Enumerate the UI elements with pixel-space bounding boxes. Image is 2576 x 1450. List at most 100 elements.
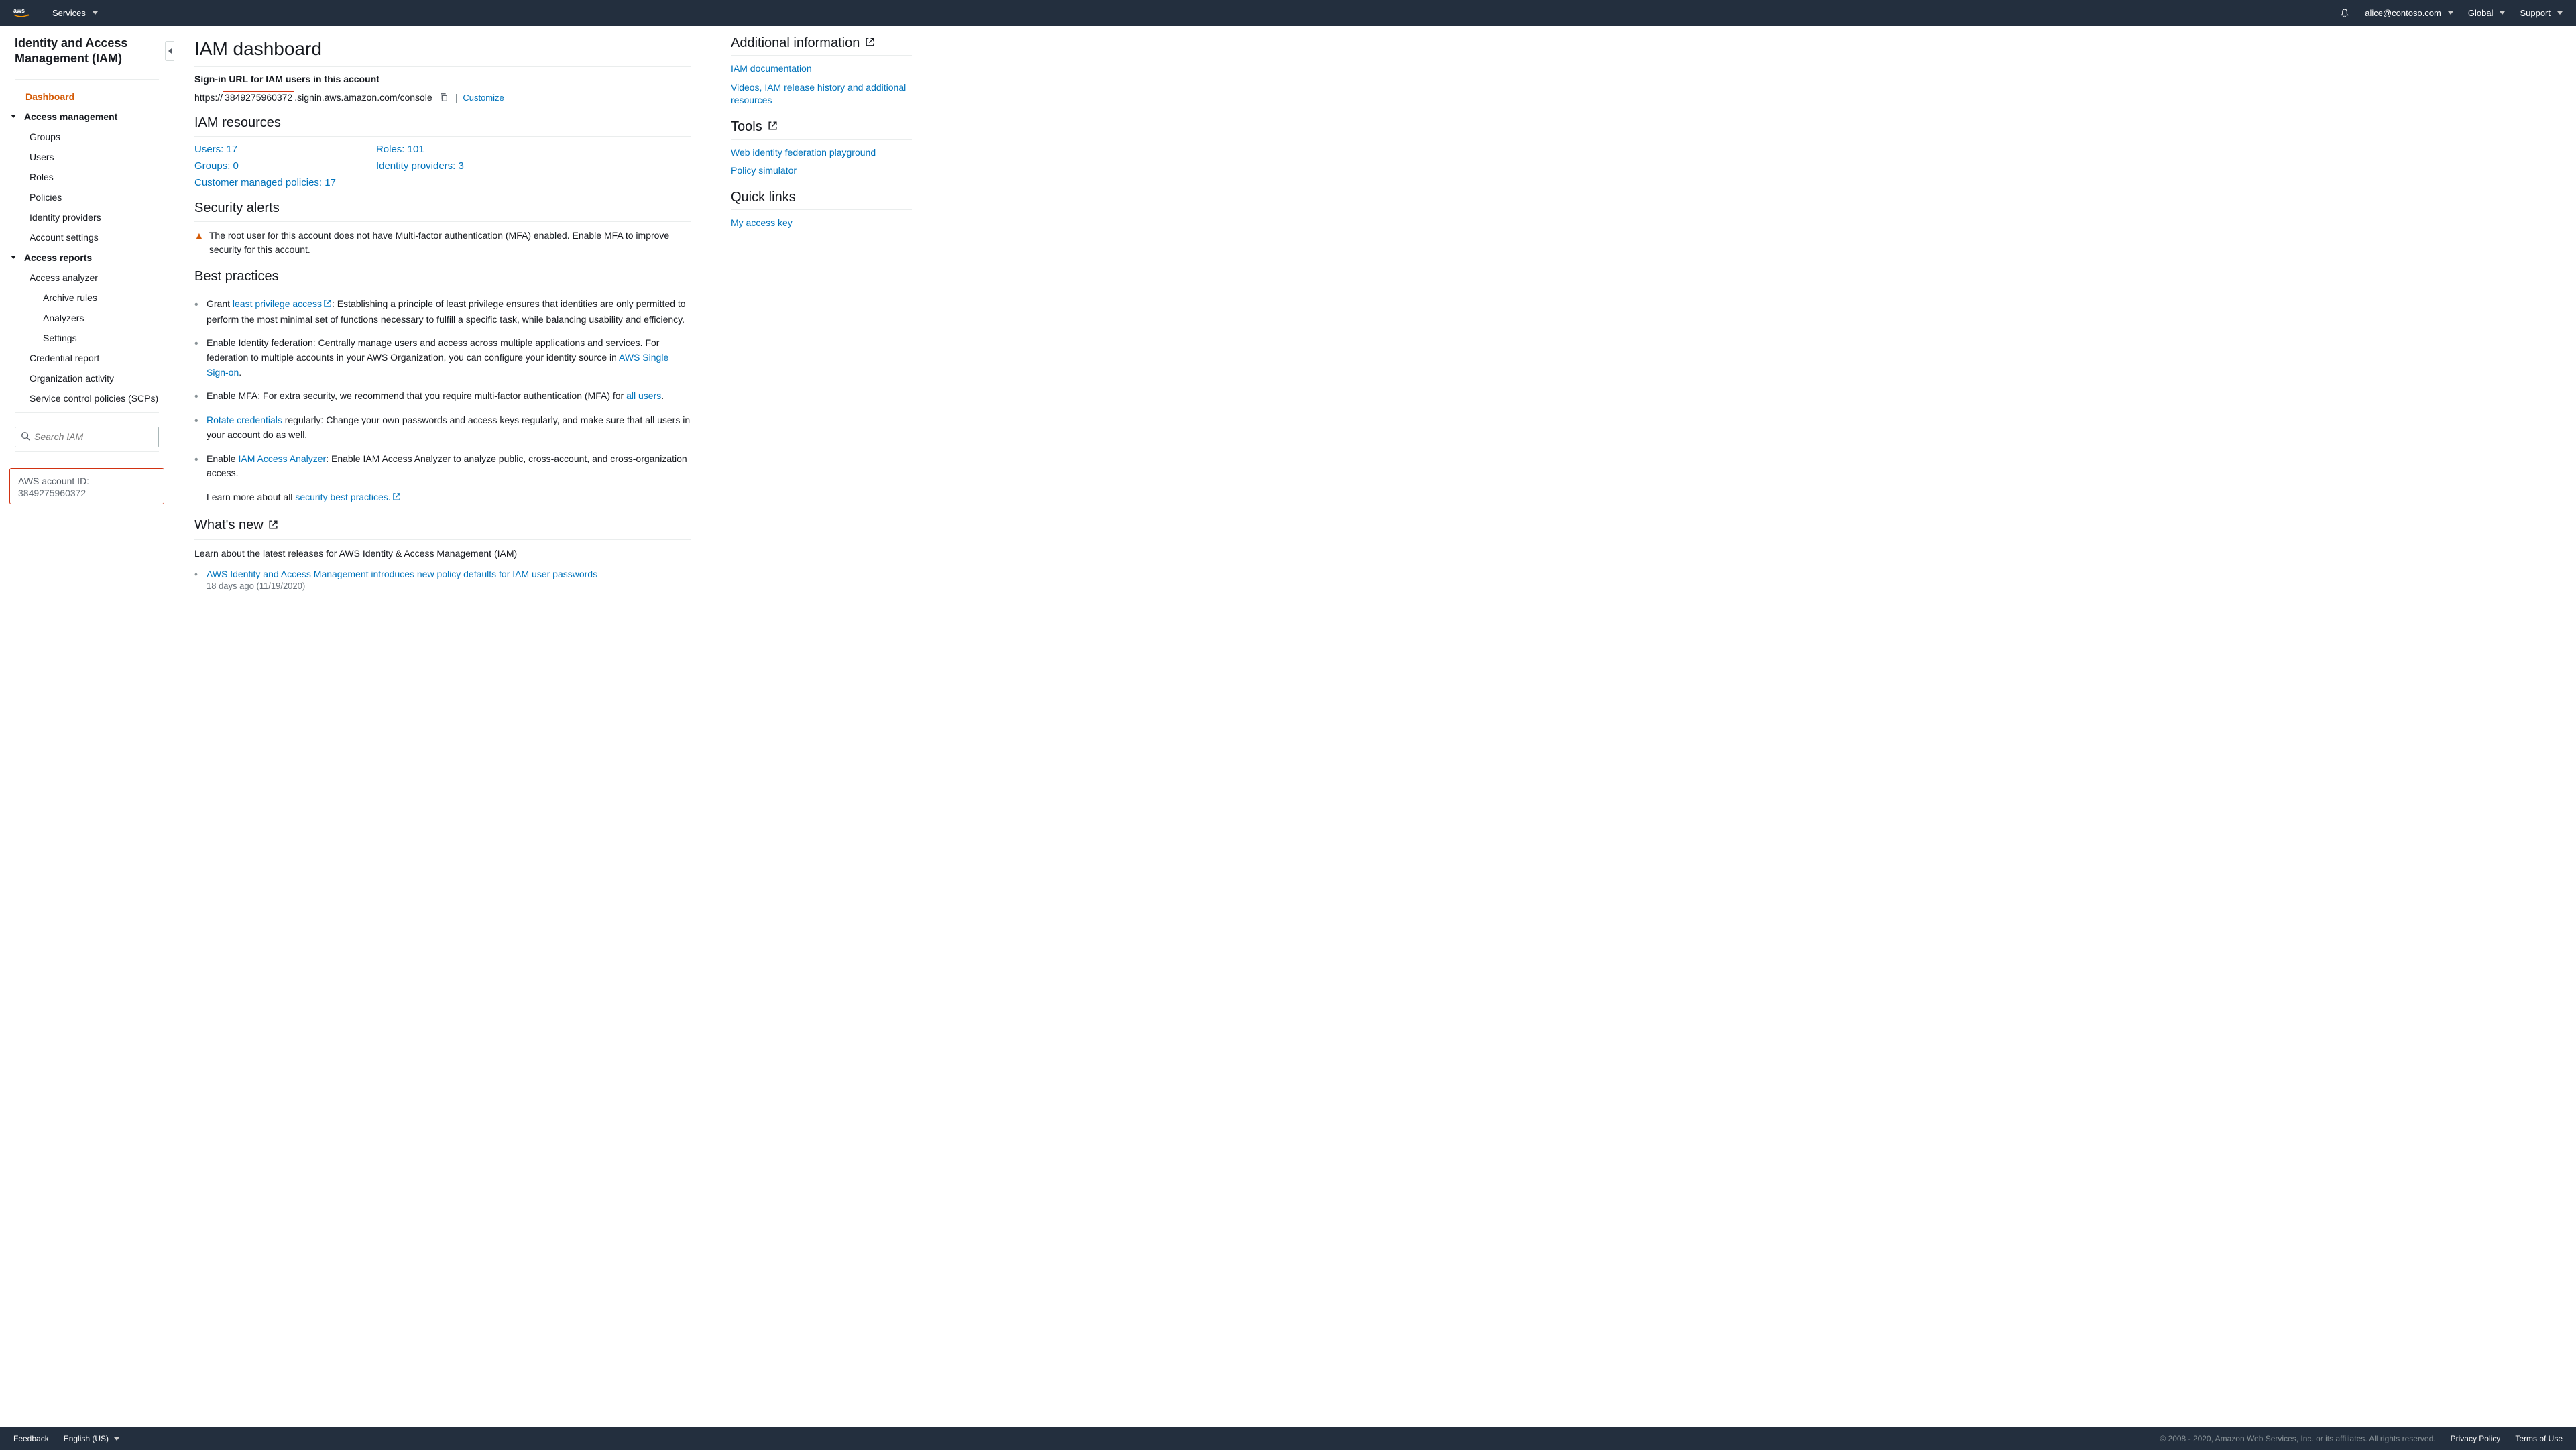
security-best-practices-link[interactable]: security best practices. [295,492,400,502]
best-practice-item: Rotate credentials regularly: Change you… [194,413,691,442]
region-menu[interactable]: Global [2468,8,2506,18]
resource-policies-link[interactable]: Customer managed policies: 17 [194,177,336,188]
least-privilege-link[interactable]: least privilege access [233,298,332,309]
aside-panel: Additional information IAM documentation… [731,34,912,1400]
account-label: alice@contoso.com [2365,8,2441,18]
best-practice-item: Enable Identity federation: Centrally ma… [194,336,691,380]
quick-links-heading: Quick links [731,190,912,205]
caret-down-icon [93,11,98,15]
services-label: Services [52,8,86,18]
external-link-icon [392,491,401,506]
language-label: English (US) [64,1434,109,1443]
nav-scp[interactable]: Service control policies (SCPs) [0,388,174,408]
copy-icon[interactable] [438,91,450,103]
best-practice-item: Enable IAM Access Analyzer: Enable IAM A… [194,452,691,506]
svg-text:aws: aws [13,7,25,13]
resource-groups-link[interactable]: Groups: 0 [194,160,336,172]
nav-group-label: Access management [24,111,117,122]
iam-resources: Users: 17 Groups: 0 Customer managed pol… [194,144,691,188]
feedback-link[interactable]: Feedback [13,1434,49,1443]
iam-resources-heading: IAM resources [194,115,691,131]
sidebar-collapse-toggle[interactable] [165,41,174,61]
nav-roles[interactable]: Roles [0,167,174,187]
account-id-label: AWS account ID: [18,476,156,486]
search-iam[interactable] [15,427,159,447]
top-navigation: aws Services alice@contoso.com Global Su… [0,0,2576,26]
page-title: IAM dashboard [194,38,691,60]
region-label: Global [2468,8,2494,18]
sidebar: Identity and Access Management (IAM) Das… [0,26,174,1427]
my-access-key-link[interactable]: My access key [731,217,912,230]
separator: | [455,92,458,103]
search-icon [21,431,30,443]
resource-roles-link[interactable]: Roles: 101 [376,144,464,155]
account-menu[interactable]: alice@contoso.com [2365,8,2453,18]
best-practices-heading: Best practices [194,269,691,284]
sidebar-title: Identity and Access Management (IAM) [0,36,174,75]
terms-of-use-link[interactable]: Terms of Use [2515,1434,2563,1443]
signin-url: https://3849275960372.signin.aws.amazon.… [194,91,432,103]
all-users-link[interactable]: all users [626,390,661,401]
triangle-down-icon [11,115,16,118]
news-date: 18 days ago (11/19/2020) [207,581,691,591]
nav-policies[interactable]: Policies [0,187,174,207]
privacy-policy-link[interactable]: Privacy Policy [2451,1434,2501,1443]
external-link-icon[interactable] [768,119,778,135]
whats-new-heading: What's new [194,518,691,534]
security-alert: ▲ The root user for this account does no… [194,229,691,257]
resource-idp-link[interactable]: Identity providers: 3 [376,160,464,172]
tools-heading: Tools [731,119,912,135]
caret-down-icon [2448,11,2453,15]
nav-account-settings[interactable]: Account settings [0,227,174,247]
caret-down-icon [114,1437,119,1441]
external-link-icon [323,298,332,313]
news-item: AWS Identity and Access Management intro… [194,569,691,591]
services-menu[interactable]: Services [52,8,98,18]
news-link[interactable]: AWS Identity and Access Management intro… [207,569,597,579]
footer: Feedback English (US) © 2008 - 2020, Ama… [0,1427,2576,1450]
customize-link[interactable]: Customize [463,93,504,103]
best-practice-item: Grant least privilege access: Establishi… [194,297,691,327]
signin-account-id: 3849275960372 [223,91,294,103]
nav-settings[interactable]: Settings [0,328,174,348]
additional-info-heading: Additional information [731,36,912,51]
external-link-icon[interactable] [865,36,875,51]
copyright-text: © 2008 - 2020, Amazon Web Services, Inc.… [2160,1434,2435,1443]
aws-logo[interactable]: aws [13,6,38,21]
language-selector[interactable]: English (US) [64,1434,119,1443]
search-input[interactable] [34,431,156,442]
support-label: Support [2520,8,2551,18]
access-analyzer-link[interactable]: IAM Access Analyzer [238,453,326,464]
federation-playground-link[interactable]: Web identity federation playground [731,146,912,160]
resource-users-link[interactable]: Users: 17 [194,144,336,155]
notifications-icon[interactable] [2339,8,2350,19]
nav-analyzers[interactable]: Analyzers [0,308,174,328]
nav-group-label: Access reports [24,252,92,263]
best-practice-item: Enable MFA: For extra security, we recom… [194,389,691,404]
external-link-icon[interactable] [268,518,278,534]
triangle-down-icon [11,256,16,259]
nav-group-access-reports[interactable]: Access reports [0,247,174,268]
nav-identity-providers[interactable]: Identity providers [0,207,174,227]
nav-users[interactable]: Users [0,147,174,167]
iam-videos-link[interactable]: Videos, IAM release history and addition… [731,81,912,107]
nav-credential-report[interactable]: Credential report [0,348,174,368]
main-content: IAM dashboard Sign-in URL for IAM users … [174,26,2576,1427]
nav-dashboard[interactable]: Dashboard [0,87,174,107]
policy-simulator-link[interactable]: Policy simulator [731,164,912,178]
nav-archive-rules[interactable]: Archive rules [0,288,174,308]
alert-text: The root user for this account does not … [209,229,691,257]
nav-groups[interactable]: Groups [0,127,174,147]
account-id-value: 3849275960372 [18,488,156,498]
account-id-callout: AWS account ID: 3849275960372 [9,468,164,504]
iam-documentation-link[interactable]: IAM documentation [731,62,912,76]
warning-icon: ▲ [194,230,204,241]
caret-down-icon [2557,11,2563,15]
signin-url-label: Sign-in URL for IAM users in this accoun… [194,74,691,85]
support-menu[interactable]: Support [2520,8,2563,18]
whats-new-subtitle: Learn about the latest releases for AWS … [194,547,691,561]
rotate-credentials-link[interactable]: Rotate credentials [207,414,282,425]
nav-access-analyzer[interactable]: Access analyzer [0,268,174,288]
nav-group-access-management[interactable]: Access management [0,107,174,127]
nav-organization-activity[interactable]: Organization activity [0,368,174,388]
